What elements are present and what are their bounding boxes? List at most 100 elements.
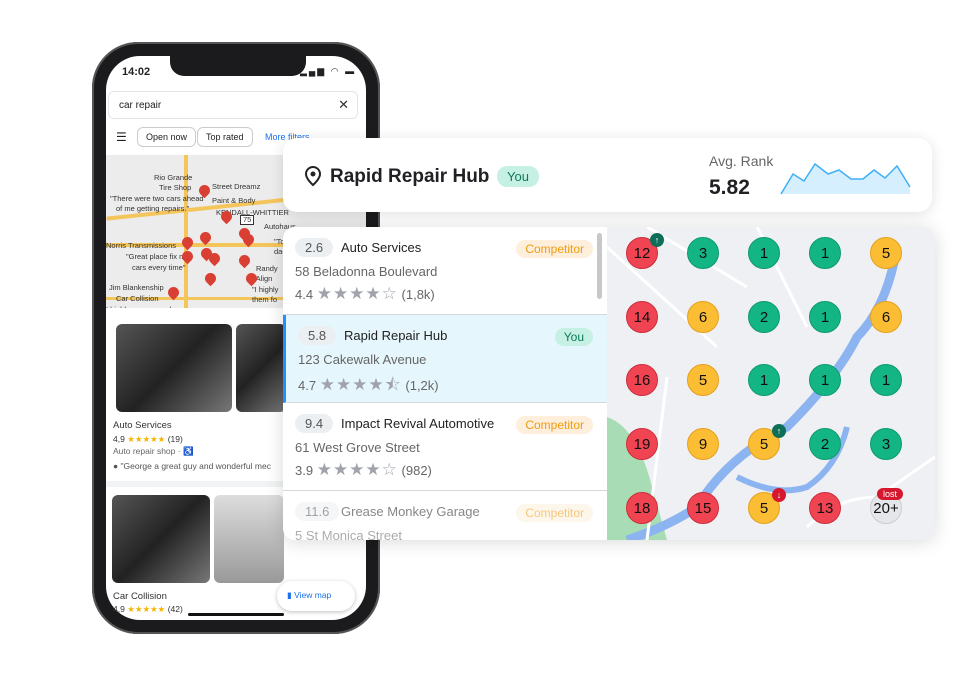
address: 5 St Monica Street (295, 528, 402, 540)
chip-top-rated[interactable]: Top rated (197, 127, 253, 147)
map-label: Jim Blankenship (109, 283, 164, 292)
rank-value: 2.6 (295, 238, 334, 257)
business-name: Rapid Repair Hub (344, 328, 448, 343)
rank-grid-point[interactable]: 3 (687, 237, 719, 269)
scrollbar[interactable] (597, 233, 602, 299)
address: 123 Cakewalk Avenue (298, 352, 427, 367)
result-photo[interactable] (236, 324, 286, 412)
rating: 4.7 ★★★★⯪ (1,2k) (298, 375, 439, 394)
rank-grid-point[interactable]: 1 (809, 301, 841, 333)
result-review: ● "George a great guy and wonderful mec (113, 461, 271, 471)
rank-grid-point[interactable]: 1 (809, 364, 841, 396)
business-name: Auto Services (341, 240, 422, 255)
you-badge: You (497, 166, 539, 187)
close-icon[interactable]: ✕ (338, 97, 349, 113)
status-icons: ▂▄▆ ◠ ▬ (300, 66, 357, 76)
competitor-list-item[interactable]: 11.6 Grease Monkey Garage Competitor 5 St M… (283, 491, 607, 540)
rank-grid-point[interactable]: 19 (626, 428, 658, 460)
view-map-button[interactable]: ▮ View map (277, 581, 355, 611)
phone-notch (170, 56, 306, 76)
rank-grid-point[interactable]: 1 (748, 237, 780, 269)
rank-grid-point[interactable]: 6 (687, 301, 719, 333)
trend-down-icon: ↓ (772, 488, 786, 502)
star-rating-icon: ★★★★☆ (316, 460, 398, 479)
rank-grid-point[interactable]: 18 (626, 492, 658, 524)
address: 58 Beladonna Boulevard (295, 264, 438, 279)
avg-rank-value: 5.82 (709, 176, 750, 199)
home-indicator (188, 613, 284, 616)
competitor-list-item[interactable]: 9.4 Impact Revival Automotive Competitor 61… (283, 403, 607, 491)
competitor-badge: Competitor (516, 504, 593, 522)
map-label: "There were two cars ahead (110, 194, 204, 203)
rank-grid-point[interactable]: 2 (748, 301, 780, 333)
result-photo[interactable] (116, 324, 232, 412)
status-time: 14:02 (122, 66, 151, 78)
map-label: "I highly (252, 285, 279, 294)
rank-grid-map[interactable]: 12 3 1 1 5 14 6 2 1 6 16 5 1 1 1 19 9 5 2 3 18 15 5 13 20+ ↑ ↑ ↓ los… (607, 227, 935, 540)
rank-grid-point[interactable]: 15 (687, 492, 719, 524)
rank-grid-point[interactable]: 1 (870, 364, 902, 396)
trend-up-icon: ↑ (772, 424, 786, 438)
map-label: Paint & Body (212, 196, 256, 205)
rank-panel: 2.6 Auto Services Competitor 58 Beladonna B… (283, 227, 935, 540)
star-rating-icon: ★★★★☆ (316, 284, 398, 303)
rank-value: 9.4 (295, 414, 334, 433)
map-pin-icon[interactable] (202, 270, 219, 287)
star-rating-icon: ★★★★⯪ (319, 375, 402, 394)
competitor-badge: Competitor (516, 240, 593, 258)
result-photo[interactable] (214, 495, 284, 583)
map-icon: ▮ (287, 590, 292, 600)
rank-value: 5.8 (298, 326, 337, 345)
map-label: Norris Transmissions (106, 241, 177, 250)
result-photo[interactable] (112, 495, 210, 583)
business-name: Grease Monkey Garage (341, 504, 480, 519)
business-name: Impact Revival Automotive (341, 416, 495, 431)
map-label: "Great place fix my (126, 252, 190, 261)
rank-grid-point[interactable]: 6 (870, 301, 902, 333)
rating: 3.9 ★★★★☆ (982) (295, 460, 432, 479)
map-label: Tire Shop (159, 183, 192, 192)
rank-grid-point[interactable]: 3 (870, 428, 902, 460)
result-name[interactable]: Auto Services (113, 420, 172, 431)
competitor-list-item[interactable]: 5.8 Rapid Repair Hub You 123 Cakewalk Avenu… (283, 315, 607, 403)
rank-grid-point[interactable]: 14 (626, 301, 658, 333)
map-label: 75 (240, 215, 255, 226)
rank-grid-point[interactable]: 1 (748, 364, 780, 396)
result-rating: 4,9 ★★★★★ (42) (113, 604, 183, 614)
lost-badge: lost (877, 488, 904, 500)
result-name[interactable]: Car Collision (113, 591, 167, 602)
chip-open-now[interactable]: Open now (137, 127, 197, 147)
map-label: Randy (256, 264, 278, 273)
map-label: Car Collision (116, 294, 159, 303)
rank-value: 11.6 (295, 502, 340, 521)
rank-grid-point[interactable]: 5 (870, 237, 902, 269)
search-value: car repair (119, 100, 162, 111)
location-pin-icon (304, 165, 322, 187)
view-map-label: View map (294, 590, 332, 600)
map-label: of me getting repairs." (116, 204, 190, 213)
business-name: Rapid Repair Hub (330, 166, 490, 187)
map-label: them fo (252, 295, 278, 304)
avg-rank-label: Avg. Rank (709, 153, 774, 169)
map-label: Street Dreamz (212, 182, 261, 191)
trend-up-icon: ↑ (650, 233, 664, 247)
map-pin-icon[interactable] (236, 252, 253, 269)
rank-grid-point[interactable]: 9 (687, 428, 719, 460)
rank-grid-point[interactable]: 16 (626, 364, 658, 396)
rank-grid-point[interactable]: 1 (809, 237, 841, 269)
competitor-badge: Competitor (516, 416, 593, 434)
business-header-card: Rapid Repair Hub You Avg. Rank 5.82 (283, 138, 932, 212)
search-input[interactable]: car repair ✕ (108, 91, 358, 119)
competitor-list-item[interactable]: 2.6 Auto Services Competitor 58 Beladonna B… (283, 227, 607, 315)
rank-grid-point[interactable]: 2 (809, 428, 841, 460)
map-label: I highly recommend (106, 305, 171, 308)
address: 61 West Grove Street (295, 440, 420, 455)
rank-grid-point[interactable]: 13 (809, 492, 841, 524)
map-label: Rio Grande (154, 173, 193, 182)
map-pin-icon[interactable] (179, 234, 196, 251)
map-label: cars every time" (132, 263, 186, 272)
filter-sliders-icon[interactable]: ☰ (116, 130, 127, 144)
rank-grid-point[interactable]: 5 (687, 364, 719, 396)
result-rating: 4,9 ★★★★★ (19) (113, 434, 183, 444)
you-badge: You (554, 328, 593, 346)
